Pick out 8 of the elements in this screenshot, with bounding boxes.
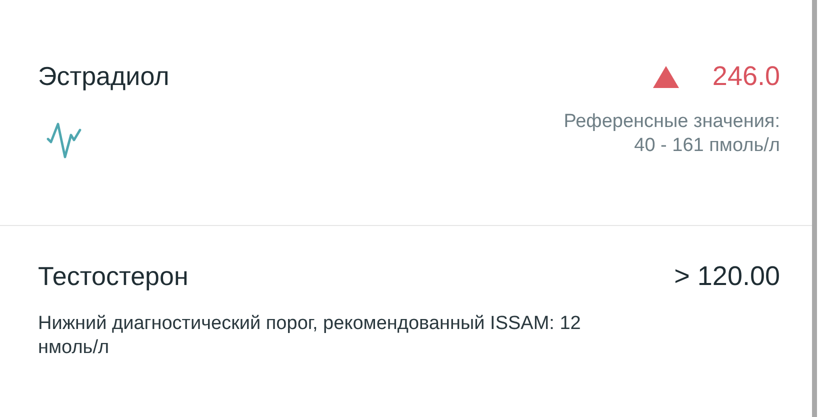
result-value: > 120.00 bbox=[674, 262, 780, 292]
reference-range: Референсные значения: bbox=[564, 110, 780, 134]
warning-triangle-icon bbox=[652, 64, 680, 89]
test-name: Тестостерон bbox=[38, 262, 188, 291]
result-value: 246.0 bbox=[712, 62, 780, 92]
reference-range: 40 - 161 пмоль/л bbox=[634, 134, 780, 158]
note-text: Нижний диагностический порог, рекомендованный ISSAM: 12 нмоль/л bbox=[38, 312, 582, 360]
test-name: Эстрадиол bbox=[38, 62, 170, 91]
